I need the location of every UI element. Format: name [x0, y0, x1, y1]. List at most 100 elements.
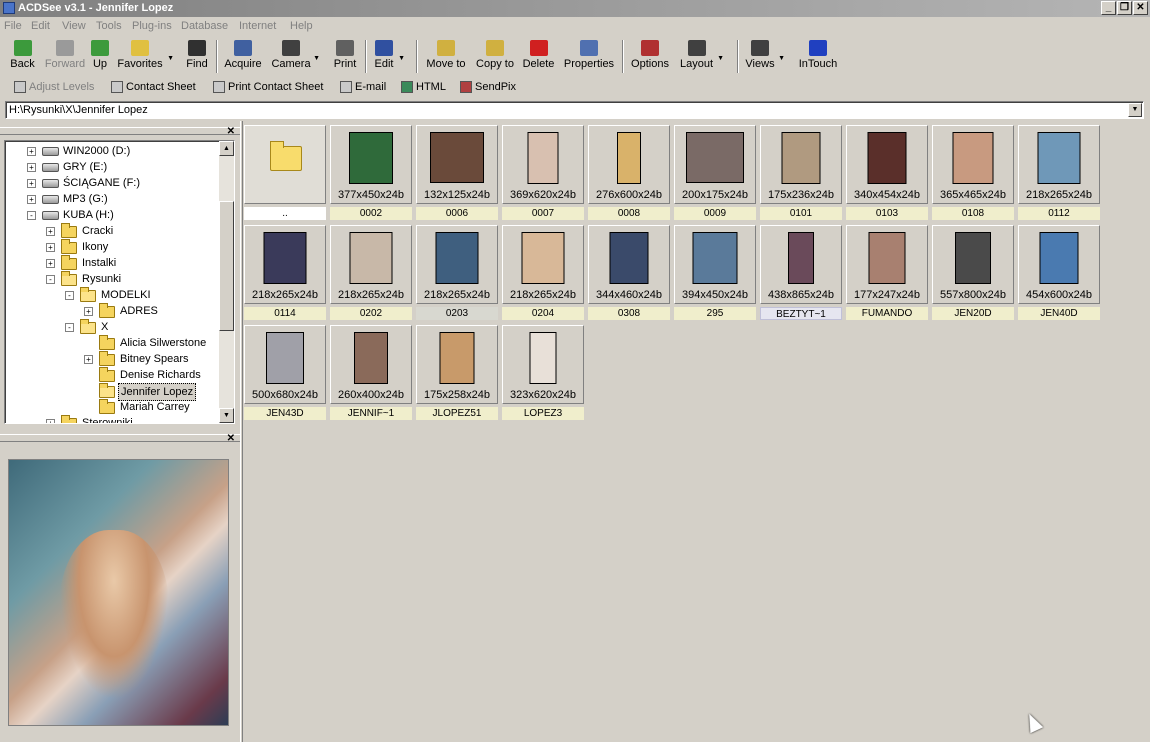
file-item[interactable]: 344x460x24b 0308 — [587, 224, 671, 321]
tree-item-instalki[interactable]: + Instalki — [5, 255, 220, 271]
up-button[interactable]: Up — [89, 39, 111, 74]
acquire-button[interactable]: Acquire — [223, 39, 263, 74]
favorites-button[interactable]: Favorites ▼ — [115, 39, 174, 74]
menu-edit[interactable]: Edit — [31, 17, 50, 36]
file-item[interactable]: 276x600x24b 0008 — [587, 124, 671, 221]
delete-button[interactable]: Delete — [521, 39, 556, 74]
file-item[interactable]: 177x247x24b FUMANDO — [845, 224, 929, 321]
file-item[interactable]: 557x800x24b JEN20D — [931, 224, 1015, 321]
tree-item-adres[interactable]: + ADRES — [5, 303, 220, 319]
file-item[interactable]: 218x265x24b 0202 — [329, 224, 413, 321]
html-button[interactable]: HTML — [401, 79, 446, 95]
maximize-button[interactable]: ❐ — [1117, 1, 1132, 15]
favorites-dropdown-icon[interactable]: ▼ — [167, 55, 174, 62]
tree-item-rysunki[interactable]: - Rysunki — [5, 271, 220, 287]
file-item[interactable]: 260x400x24b JENNIF~1 — [329, 324, 413, 421]
menu-view[interactable]: View — [62, 17, 86, 36]
file-item[interactable]: 175x236x24b 0101 — [759, 124, 843, 221]
file-list[interactable]: .. 377x450x24b 0002 132x125x24b 0006 369… — [243, 121, 1150, 742]
scroll-up-icon[interactable]: ▲ — [219, 141, 234, 156]
file-item[interactable]: 365x465x24b 0108 — [931, 124, 1015, 221]
tree-item-mariah-carrey[interactable]: Mariah Carrey — [5, 399, 220, 415]
file-item[interactable]: 218x265x24b 0204 — [501, 224, 585, 321]
tree-item-sciagane[interactable]: + ŚCIĄGANE (F:) — [5, 175, 220, 191]
intouch-button[interactable]: InTouch — [797, 39, 839, 74]
tree-item-jennifer-lopez[interactable]: Jennifer Lopez — [5, 383, 220, 401]
address-input[interactable]: H:\Rysunki\X\Jennifer Lopez ▼ — [5, 101, 1144, 119]
file-item[interactable]: .. — [243, 124, 327, 221]
expand-icon[interactable]: + — [27, 179, 36, 188]
tree-item-x[interactable]: -X — [5, 319, 220, 335]
email-button[interactable]: E-mail — [340, 79, 386, 95]
file-item[interactable]: 369x620x24b 0007 — [501, 124, 585, 221]
scroll-down-icon[interactable]: ▼ — [219, 408, 234, 423]
tree-item-mp3[interactable]: + MP3 (G:) — [5, 191, 220, 207]
collapse-icon[interactable]: - — [27, 211, 36, 220]
sendpix-button[interactable]: SendPix — [460, 79, 516, 95]
expand-icon[interactable]: + — [27, 195, 36, 204]
collapse-icon[interactable]: - — [65, 323, 74, 332]
tree-item-ikony[interactable]: + Ikony — [5, 239, 220, 255]
tree-item-sterowniki[interactable]: + Sterowniki — [5, 415, 220, 423]
menu-plugins[interactable]: Plug-ins — [132, 17, 172, 36]
expand-icon[interactable]: + — [46, 243, 55, 252]
print-contact-sheet-button[interactable]: Print Contact Sheet — [213, 79, 323, 95]
close-icon[interactable]: ✕ — [227, 126, 235, 137]
find-button[interactable]: Find — [184, 39, 210, 74]
adjust-levels-button[interactable]: Adjust Levels — [14, 79, 94, 95]
file-item[interactable]: 218x265x24b 0114 — [243, 224, 327, 321]
minimize-button[interactable]: _ — [1101, 1, 1116, 15]
views-button[interactable]: Views ▼ — [744, 39, 785, 74]
tree-item-modelki[interactable]: - MODELKI — [5, 287, 220, 303]
tree-item-gry[interactable]: + GRY (E:) — [5, 159, 220, 175]
options-button[interactable]: Options — [629, 39, 671, 74]
copy-to-button[interactable]: Copy to — [474, 39, 516, 74]
file-item[interactable]: 200x175x24b 0009 — [673, 124, 757, 221]
expand-icon[interactable]: + — [46, 227, 55, 236]
close-icon[interactable]: ✕ — [227, 433, 235, 444]
edit-dropdown-icon[interactable]: ▼ — [398, 55, 405, 62]
menu-internet[interactable]: Internet — [239, 17, 276, 36]
layout-button[interactable]: Layout ▼ — [678, 39, 724, 74]
tree-item-kuba[interactable]: - KUBA (H:) — [5, 207, 220, 223]
file-item[interactable]: 438x865x24b BEZTYT~1 — [759, 224, 843, 321]
window-title-bar[interactable]: ACDSee v3.1 - Jennifer Lopez _ ❐ ✕ — [0, 0, 1150, 17]
expand-icon[interactable]: + — [27, 147, 36, 156]
properties-button[interactable]: Properties — [562, 39, 616, 74]
file-item[interactable]: 323x620x24b LOPEZ3 — [501, 324, 585, 421]
expand-icon[interactable]: + — [46, 259, 55, 268]
edit-button[interactable]: Edit ▼ — [372, 39, 405, 74]
menu-tools[interactable]: Tools — [96, 17, 122, 36]
layout-dropdown-icon[interactable]: ▼ — [717, 55, 724, 62]
forward-button[interactable]: Forward — [43, 39, 87, 74]
menu-help[interactable]: Help — [290, 17, 313, 36]
expand-icon[interactable]: + — [84, 307, 93, 316]
tree-item-bitney-spears[interactable]: + Bitney Spears — [5, 351, 220, 367]
tree-item-alicia-silwerstone[interactable]: Alicia Silwerstone — [5, 335, 220, 351]
close-button[interactable]: ✕ — [1133, 1, 1148, 15]
file-item[interactable]: 132x125x24b 0006 — [415, 124, 499, 221]
tree-item-cracki[interactable]: + Cracki — [5, 223, 220, 239]
file-item[interactable]: 500x680x24b JEN43D — [243, 324, 327, 421]
expand-icon[interactable]: + — [46, 419, 55, 423]
file-item[interactable]: 218x265x24b 0112 — [1017, 124, 1101, 221]
file-item[interactable]: 175x258x24b JLOPEZ51 — [415, 324, 499, 421]
folder-tree[interactable]: + WIN2000 (D:) + GRY (E:) + ŚCIĄGANE (F:) +… — [4, 140, 235, 424]
camera-button[interactable]: Camera ▼ — [271, 39, 320, 74]
file-item[interactable]: 377x450x24b 0002 — [329, 124, 413, 221]
chevron-down-icon[interactable]: ▼ — [1128, 103, 1142, 117]
collapse-icon[interactable]: - — [46, 275, 55, 284]
print-button[interactable]: Print — [331, 39, 359, 74]
menu-database[interactable]: Database — [181, 17, 228, 36]
tree-scrollbar[interactable]: ▲ ▼ — [219, 141, 234, 423]
file-item[interactable]: 218x265x24b 0203 — [415, 224, 499, 321]
scroll-thumb[interactable] — [219, 201, 234, 331]
camera-dropdown-icon[interactable]: ▼ — [313, 55, 320, 62]
move-to-button[interactable]: Move to — [424, 39, 468, 74]
file-item[interactable]: 340x454x24b 0103 — [845, 124, 929, 221]
expand-icon[interactable]: + — [27, 163, 36, 172]
views-dropdown-icon[interactable]: ▼ — [778, 55, 785, 62]
menu-file[interactable]: File — [4, 17, 22, 36]
expand-icon[interactable]: + — [84, 355, 93, 364]
collapse-icon[interactable]: - — [65, 291, 74, 300]
